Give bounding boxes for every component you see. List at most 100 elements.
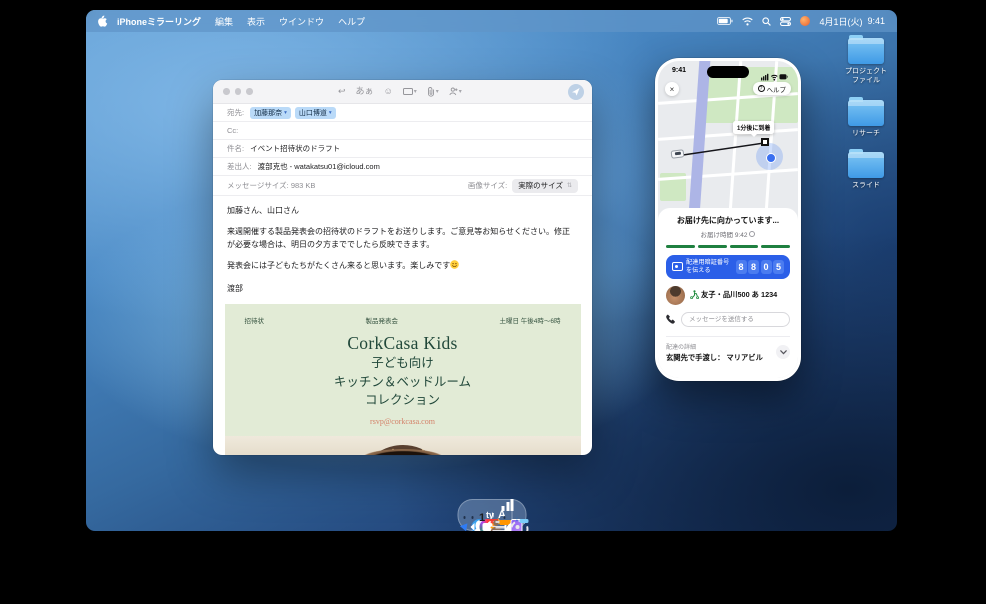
help-button[interactable]: ?ヘルプ xyxy=(753,82,792,95)
wifi-icon[interactable] xyxy=(742,17,753,26)
driver-name-plate: 友子・品川500 あ 1234 xyxy=(701,290,777,300)
eta-tooltip: 1分後に到着 xyxy=(733,121,774,134)
delivery-status-title: お届け先に向かっています... xyxy=(666,215,790,226)
running-indicator xyxy=(471,516,474,519)
dynamic-island xyxy=(707,66,749,78)
recipient-pill[interactable]: 山口博道▾ xyxy=(295,107,336,119)
from-field[interactable]: 差出人: 渡部克也 - watakatsu01@icloud.com xyxy=(213,158,592,176)
body-paragraph: 発表会には子どもたちがたくさん来ると思います。楽しみです xyxy=(227,260,578,273)
desktop-folder-projects[interactable]: プロジェクトファイル xyxy=(831,38,897,86)
desktop-folder-slides[interactable]: スライド xyxy=(831,152,897,191)
iphone-screen: 9:41 × ?ヘルプ 1分後に到着 xyxy=(658,61,798,378)
folder-icon xyxy=(848,38,884,64)
cork-cup-photo xyxy=(225,436,581,455)
cc-field[interactable]: Cc: xyxy=(213,122,592,140)
menu-view[interactable]: 表示 xyxy=(247,15,265,28)
destination-marker xyxy=(761,138,769,146)
invite-tag-center: 製品発表会 xyxy=(365,315,398,325)
message-input[interactable]: メッセージを送信する xyxy=(681,312,790,327)
zoom-button[interactable] xyxy=(246,88,253,95)
close-button[interactable] xyxy=(223,88,230,95)
menu-date[interactable]: 4月1日(火) xyxy=(819,15,862,28)
body-signature: 渡部 xyxy=(227,283,578,295)
invite-line: キッチン＆ベッドルーム xyxy=(225,373,581,392)
macos-desktop: iPhoneミラーリング 編集 表示 ウインドウ ヘルプ 4月1日(火) 9:4… xyxy=(86,10,897,531)
delivery-details-row: 配達の詳細 玄関先で手渡し： マリアビル xyxy=(666,342,790,363)
header-fields-icon[interactable]: ▾ xyxy=(403,88,417,95)
menu-window[interactable]: ウインドウ xyxy=(279,15,324,28)
minimize-button[interactable] xyxy=(235,88,242,95)
folder-label: スライド xyxy=(842,182,890,191)
dock: 1 tv ♪ A ↓ xyxy=(457,499,526,531)
to-field[interactable]: 宛先: 加藤那奈▾ 山口博道▾ xyxy=(213,104,592,122)
iphone-mirroring-window: 9:41 × ?ヘルプ 1分後に到着 xyxy=(655,58,801,381)
image-size-label: 画像サイズ: xyxy=(468,180,507,191)
menu-help[interactable]: ヘルプ xyxy=(338,15,365,28)
current-location-indicator xyxy=(756,143,783,170)
scooter-icon xyxy=(690,290,699,301)
pin-code-banner[interactable]: 配達用暗証番号を伝える 8 8 0 5 xyxy=(666,255,790,279)
divider xyxy=(666,336,790,337)
to-label: 宛先: xyxy=(227,107,244,118)
invite-title: CorkCasa Kids xyxy=(225,333,581,354)
cc-label: Cc: xyxy=(227,126,238,135)
invite-line: 子ども向け xyxy=(225,354,581,373)
contact-add-icon[interactable]: ▾ xyxy=(449,87,462,96)
from-value: 渡部克也 - watakatsu01@icloud.com xyxy=(258,161,380,172)
undo-icon[interactable]: ↩ xyxy=(338,87,346,96)
pin-label: 配達用暗証番号を伝える xyxy=(686,259,733,275)
menu-bar: iPhoneミラーリング 編集 表示 ウインドウ ヘルプ 4月1日(火) 9:4… xyxy=(86,10,897,32)
phone-status-time: 9:41 xyxy=(672,67,686,74)
running-indicator xyxy=(503,516,506,519)
emoji-icon[interactable]: ☺ xyxy=(384,87,393,96)
from-label: 差出人: xyxy=(227,161,252,172)
delivery-bottom-sheet: お届け先に向かっています... お届け時間 9:42 配達用暗証番号を伝える 8… xyxy=(658,208,798,378)
send-button[interactable] xyxy=(568,84,584,100)
question-icon: ? xyxy=(758,85,765,92)
driver-avatar[interactable] xyxy=(666,286,685,305)
info-icon[interactable] xyxy=(749,231,755,237)
subject-field[interactable]: 件名: イベント招待状のドラフト xyxy=(213,140,592,158)
apple-menu-icon[interactable] xyxy=(98,15,108,27)
message-body[interactable]: 加藤さん、山口さん 来週開催する製品発表会の招待状のドラフトをお送りします。ご意… xyxy=(213,196,592,295)
delivery-eta: お届け時間 9:42 xyxy=(701,229,748,239)
desktop-folder-research[interactable]: リサーチ xyxy=(831,100,897,139)
cork-cup xyxy=(357,445,449,455)
chevron-down-icon[interactable] xyxy=(776,345,790,359)
invite-tag-left: 招待状 xyxy=(245,315,265,325)
spotlight-icon[interactable] xyxy=(762,17,771,26)
mail-compose-window: ↩ あぁ ☺ ▾ ▾ ▾ 宛先: 加藤那奈▾ 山口博道▾ Cc: xyxy=(213,80,592,455)
subject-label: 件名: xyxy=(227,143,244,154)
control-center-icon[interactable] xyxy=(780,17,791,26)
chevron-down-icon: ▾ xyxy=(284,110,287,116)
folder-label: プロジェクトファイル xyxy=(842,68,890,86)
details-value: 玄関先で手渡し： マリアビル xyxy=(666,353,763,363)
invite-rsvp-email: rsvp@corkcasa.com xyxy=(225,417,581,426)
folder-label: リサーチ xyxy=(842,130,890,139)
pin-digits: 8 8 0 5 xyxy=(736,260,785,274)
invite-line: コレクション xyxy=(225,391,581,410)
driver-row: 友子・品川500 あ 1234 xyxy=(666,286,790,305)
mail-toolbar: ↩ あぁ ☺ ▾ ▾ ▾ xyxy=(213,80,592,104)
battery-icon[interactable] xyxy=(717,17,733,25)
format-button[interactable]: あぁ xyxy=(356,87,374,96)
user-avatar-icon[interactable] xyxy=(800,16,810,26)
subject-value: イベント招待状のドラフト xyxy=(250,143,340,154)
recipient-pill[interactable]: 加藤那奈▾ xyxy=(250,107,291,119)
invite-tag-right: 土曜日 午後4時〜6時 xyxy=(499,315,560,325)
menu-time[interactable]: 9:41 xyxy=(867,16,885,26)
menu-app-name[interactable]: iPhoneミラーリング xyxy=(117,15,201,28)
call-icon[interactable] xyxy=(666,311,676,329)
menu-edit[interactable]: 編集 xyxy=(215,15,233,28)
delivery-progress-bar xyxy=(666,245,790,248)
chevron-down-icon: ▾ xyxy=(329,110,332,116)
message-row: メッセージを送信する xyxy=(666,311,790,329)
body-greeting: 加藤さん、山口さん xyxy=(227,205,578,217)
size-row: メッセージサイズ: 983 KB 画像サイズ: 実際のサイズ⇅ xyxy=(213,176,592,196)
body-paragraph: 来週開催する製品発表会の招待状のドラフトをお送りします。ご意見等お知らせください… xyxy=(227,226,578,251)
close-icon[interactable]: × xyxy=(665,82,679,96)
message-size-value: 983 KB xyxy=(291,181,316,190)
smile-emoji xyxy=(450,260,459,273)
image-size-select[interactable]: 実際のサイズ⇅ xyxy=(512,179,578,193)
attach-icon[interactable]: ▾ xyxy=(427,87,439,97)
